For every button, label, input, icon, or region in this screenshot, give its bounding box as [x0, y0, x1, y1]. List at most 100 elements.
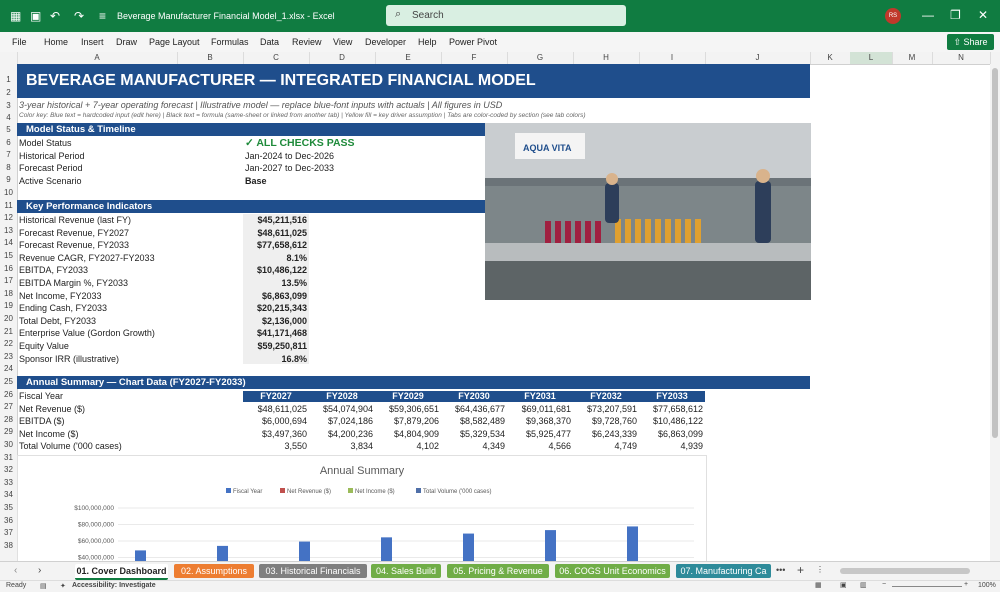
- summary-cell[interactable]: $59,306,651: [375, 404, 439, 414]
- restore-icon[interactable]: ❐: [950, 8, 961, 22]
- row-header[interactable]: 15: [0, 251, 17, 260]
- sheet-tab[interactable]: 06. COGS Unit Economics: [555, 564, 670, 578]
- summary-cell[interactable]: $3,497,360: [243, 429, 307, 439]
- row-header[interactable]: 34: [0, 490, 17, 499]
- row-header[interactable]: 11: [0, 201, 17, 210]
- summary-cell[interactable]: 4,102: [375, 441, 439, 451]
- summary-col-header[interactable]: FY2029: [375, 391, 441, 402]
- search-input[interactable]: ⌕ Search: [386, 5, 626, 26]
- row-header[interactable]: 26: [0, 390, 17, 399]
- select-all-corner[interactable]: [0, 52, 18, 64]
- summary-cell[interactable]: $8,582,489: [441, 416, 505, 426]
- row-header[interactable]: 21: [0, 327, 17, 336]
- kpi-label[interactable]: Historical Revenue (last FY): [19, 215, 131, 225]
- summary-cell[interactable]: $9,728,760: [573, 416, 637, 426]
- column-header[interactable]: N: [932, 52, 991, 64]
- summary-col-header[interactable]: FY2033: [639, 391, 705, 402]
- summary-cell[interactable]: $9,368,370: [507, 416, 571, 426]
- kpi-value[interactable]: $2,136,000: [243, 316, 307, 326]
- column-header[interactable]: H: [573, 52, 640, 64]
- kpi-value[interactable]: $10,486,122: [243, 265, 307, 275]
- row-header[interactable]: 29: [0, 427, 17, 436]
- kpi-label[interactable]: Net Income, FY2033: [19, 291, 102, 301]
- summary-cell[interactable]: $48,611,025: [243, 404, 307, 414]
- row-header[interactable]: 1: [0, 75, 17, 84]
- summary-col-header[interactable]: FY2028: [309, 391, 375, 402]
- kpi-label[interactable]: Equity Value: [19, 341, 69, 351]
- kpi-label[interactable]: Enterprise Value (Gordon Growth): [19, 328, 155, 338]
- status-label[interactable]: Active Scenario: [19, 176, 82, 186]
- tab-scroll-right-icon[interactable]: ›: [38, 565, 41, 576]
- kpi-value[interactable]: 8.1%: [243, 253, 307, 263]
- annual-summary-chart[interactable]: Annual Summary Fiscal Year Net Revenue ($)…: [17, 455, 707, 563]
- summary-col-header[interactable]: FY2027: [243, 391, 309, 402]
- menu-view[interactable]: View: [333, 37, 352, 47]
- kpi-label[interactable]: EBITDA, FY2033: [19, 265, 88, 275]
- kpi-label[interactable]: Forecast Revenue, FY2027: [19, 228, 129, 238]
- column-header[interactable]: K: [810, 52, 851, 64]
- accessibility-status[interactable]: Accessibility: Investigate: [72, 582, 156, 589]
- kpi-label[interactable]: EBITDA Margin %, FY2033: [19, 278, 128, 288]
- row-header[interactable]: 17: [0, 276, 17, 285]
- summary-cell[interactable]: $69,011,681: [507, 404, 571, 414]
- row-header[interactable]: 22: [0, 339, 17, 348]
- menu-formulas[interactable]: Formulas: [211, 37, 249, 47]
- summary-cell[interactable]: $7,024,186: [309, 416, 373, 426]
- row-header[interactable]: 12: [0, 213, 17, 222]
- redo-icon[interactable]: ↷: [74, 9, 84, 23]
- menu-home[interactable]: Home: [44, 37, 68, 47]
- summary-cell[interactable]: 4,349: [441, 441, 505, 451]
- column-header[interactable]: I: [639, 52, 706, 64]
- row-header[interactable]: 27: [0, 402, 17, 411]
- customize-toolbar-icon[interactable]: ≡: [99, 9, 106, 23]
- row-header[interactable]: 7: [0, 150, 17, 159]
- vertical-scrollbar[interactable]: [990, 64, 1000, 561]
- accessibility-icon[interactable]: ✦: [60, 582, 66, 590]
- menu-page-layout[interactable]: Page Layout: [149, 37, 200, 47]
- status-label[interactable]: Forecast Period: [19, 163, 83, 173]
- row-header[interactable]: 32: [0, 465, 17, 474]
- page-layout-view-icon[interactable]: ▣: [840, 581, 847, 589]
- row-header[interactable]: 4: [0, 113, 17, 122]
- row-header[interactable]: 20: [0, 314, 17, 323]
- summary-cell[interactable]: $77,658,612: [639, 404, 703, 414]
- row-header[interactable]: 19: [0, 301, 17, 310]
- undo-icon[interactable]: ↶: [50, 9, 60, 23]
- column-header-selected[interactable]: L: [850, 52, 893, 64]
- kpi-value[interactable]: $41,171,468: [243, 328, 307, 338]
- factory-photo[interactable]: AQUA VITA: [485, 123, 811, 300]
- share-button[interactable]: ⇧ Share: [947, 34, 994, 50]
- menu-draw[interactable]: Draw: [116, 37, 137, 47]
- row-header[interactable]: 35: [0, 503, 17, 512]
- row-header[interactable]: 23: [0, 352, 17, 361]
- row-header[interactable]: 2: [0, 88, 17, 97]
- zoom-slider[interactable]: [892, 586, 962, 587]
- row-header[interactable]: 8: [0, 163, 17, 172]
- status-value[interactable]: Base: [245, 176, 267, 186]
- avatar[interactable]: RS: [885, 8, 901, 24]
- summary-cell[interactable]: 3,834: [309, 441, 373, 451]
- column-header[interactable]: F: [441, 52, 508, 64]
- summary-cell[interactable]: 4,749: [573, 441, 637, 451]
- summary-cell[interactable]: $5,329,534: [441, 429, 505, 439]
- status-value[interactable]: ✓ ALL CHECKS PASS: [245, 137, 355, 149]
- row-header[interactable]: 28: [0, 415, 17, 424]
- save-icon[interactable]: ▣: [30, 9, 41, 23]
- column-header[interactable]: D: [309, 52, 376, 64]
- summary-row-label[interactable]: Net Revenue ($): [19, 404, 85, 414]
- kpi-value[interactable]: $59,250,811: [243, 341, 307, 351]
- zoom-level[interactable]: 100%: [978, 582, 996, 589]
- summary-cell[interactable]: $73,207,591: [573, 404, 637, 414]
- row-header[interactable]: 3: [0, 101, 17, 110]
- zoom-in-icon[interactable]: +: [964, 581, 968, 588]
- macro-icon[interactable]: ▤: [40, 582, 47, 590]
- summary-cell[interactable]: $54,074,904: [309, 404, 373, 414]
- menu-file[interactable]: File: [12, 37, 27, 47]
- minimize-icon[interactable]: —: [922, 8, 934, 22]
- zoom-out-icon[interactable]: −: [882, 581, 886, 588]
- kpi-value[interactable]: $48,611,025: [243, 228, 307, 238]
- menu-review[interactable]: Review: [292, 37, 322, 47]
- summary-cell[interactable]: $5,925,477: [507, 429, 571, 439]
- row-header[interactable]: 38: [0, 541, 17, 550]
- summary-cell[interactable]: $64,436,677: [441, 404, 505, 414]
